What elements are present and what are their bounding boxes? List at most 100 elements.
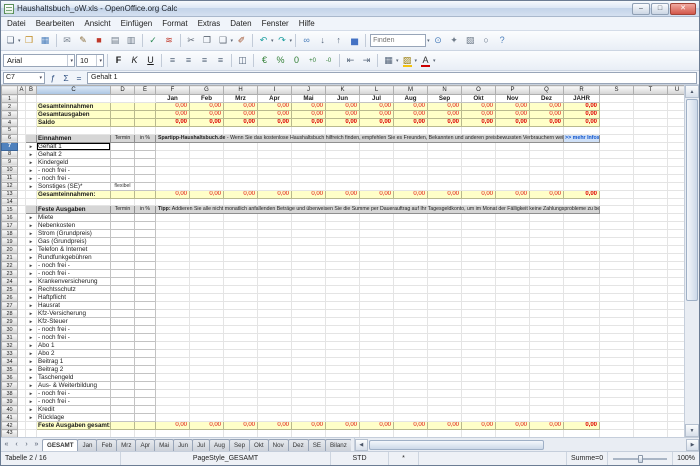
cell-K31[interactable] (326, 334, 360, 342)
cell-R22[interactable] (564, 262, 600, 270)
cell-C13[interactable]: Gesamteinnahmen: (37, 190, 111, 198)
cell-E43[interactable] (135, 430, 156, 438)
cell-T41[interactable] (634, 414, 668, 422)
cell-S28[interactable] (600, 310, 634, 318)
cell-O25[interactable] (462, 286, 496, 294)
cell-M3[interactable]: 0,00 (394, 111, 428, 119)
cell-J11[interactable] (292, 174, 326, 182)
cell-C27[interactable]: Hausrat (37, 302, 111, 310)
cell-U20[interactable] (668, 246, 685, 254)
cell-D36[interactable] (111, 374, 135, 382)
cell-D37[interactable] (111, 382, 135, 390)
cell-T21[interactable] (634, 254, 668, 262)
cell-I40[interactable] (258, 406, 292, 414)
cell-J32[interactable] (292, 342, 326, 350)
cell-S35[interactable] (600, 366, 634, 374)
cell-E23[interactable] (135, 270, 156, 278)
cell-D6[interactable]: Termin (111, 134, 135, 142)
cell-T12[interactable] (634, 182, 668, 190)
cell-B35[interactable]: ► (26, 366, 37, 374)
cell-B1[interactable] (26, 95, 37, 103)
column-header-N[interactable]: N (428, 86, 462, 95)
cell-F10[interactable] (156, 166, 190, 174)
cell-P20[interactable] (496, 246, 530, 254)
cell-C10[interactable]: - noch frei - (37, 166, 111, 174)
cell-J8[interactable] (292, 150, 326, 158)
cell-E19[interactable] (135, 238, 156, 246)
cell-K40[interactable] (326, 406, 360, 414)
cell-A34[interactable] (18, 358, 26, 366)
cell-F28[interactable] (156, 310, 190, 318)
cell-H33[interactable] (224, 350, 258, 358)
cell-P25[interactable] (496, 286, 530, 294)
cell-C38[interactable]: - noch frei - (37, 390, 111, 398)
cell-B40[interactable]: ► (26, 406, 37, 414)
cell-N30[interactable] (428, 326, 462, 334)
cell-N38[interactable] (428, 390, 462, 398)
cell-S3[interactable] (600, 111, 634, 119)
cell-C24[interactable]: Krankenversicherung (37, 278, 111, 286)
cell-K37[interactable] (326, 382, 360, 390)
cell-N17[interactable] (428, 222, 462, 230)
cell-D4[interactable] (111, 119, 135, 127)
cell-D26[interactable] (111, 294, 135, 302)
row-header-22[interactable]: 22 (2, 262, 18, 270)
cell-Q20[interactable] (530, 246, 564, 254)
row-header-13[interactable]: 13 (2, 190, 18, 198)
cell-Q8[interactable] (530, 150, 564, 158)
cell-K10[interactable] (326, 166, 360, 174)
cell-Q7[interactable] (530, 142, 564, 150)
cell-L19[interactable] (360, 238, 394, 246)
cell-C1[interactable] (37, 95, 111, 103)
cell-E36[interactable] (135, 374, 156, 382)
cell-F20[interactable] (156, 246, 190, 254)
align-left-button[interactable]: ≡ (165, 53, 180, 68)
cell-G17[interactable] (190, 222, 224, 230)
cell-B16[interactable]: ► (26, 214, 37, 222)
cell-S39[interactable] (600, 398, 634, 406)
cell-U12[interactable] (668, 182, 685, 190)
cell-M1[interactable]: Aug (394, 95, 428, 103)
sheet-tab-nov[interactable]: Nov (268, 439, 289, 451)
row-header-30[interactable]: 30 (2, 326, 18, 334)
number-format-currency-button[interactable]: € (257, 53, 272, 68)
row-header-33[interactable]: 33 (2, 350, 18, 358)
cell-D1[interactable] (111, 95, 135, 103)
cell-A22[interactable] (18, 262, 26, 270)
cell-B2[interactable] (26, 103, 37, 111)
scroll-left-icon[interactable]: ◀ (355, 439, 368, 451)
cell-T35[interactable] (634, 366, 668, 374)
cell-K39[interactable] (326, 398, 360, 406)
cell-D41[interactable] (111, 414, 135, 422)
cell-N40[interactable] (428, 406, 462, 414)
cell-G36[interactable] (190, 374, 224, 382)
cell-B39[interactable]: ► (26, 398, 37, 406)
cell-F34[interactable] (156, 358, 190, 366)
cell-B14[interactable] (26, 198, 37, 206)
cell-U28[interactable] (668, 310, 685, 318)
cell-A25[interactable] (18, 286, 26, 294)
sheet-tab-jul[interactable]: Jul (192, 439, 210, 451)
cell-T9[interactable] (634, 158, 668, 166)
cell-T1[interactable] (634, 95, 668, 103)
cell-U8[interactable] (668, 150, 685, 158)
cell-T43[interactable] (634, 430, 668, 438)
cell-Q18[interactable] (530, 230, 564, 238)
cell-K41[interactable] (326, 414, 360, 422)
cell-L31[interactable] (360, 334, 394, 342)
cell-T42[interactable] (634, 422, 668, 430)
cell-I41[interactable] (258, 414, 292, 422)
cell-R14[interactable] (564, 198, 600, 206)
cell-E42[interactable] (135, 422, 156, 430)
cell-N39[interactable] (428, 398, 462, 406)
row-header-24[interactable]: 24 (2, 278, 18, 286)
cell-J41[interactable] (292, 414, 326, 422)
cell-B42[interactable] (26, 422, 37, 430)
cell-A38[interactable] (18, 390, 26, 398)
cell-F31[interactable] (156, 334, 190, 342)
cell-Q32[interactable] (530, 342, 564, 350)
cell-B22[interactable]: ► (26, 262, 37, 270)
cell-P30[interactable] (496, 326, 530, 334)
cell-L23[interactable] (360, 270, 394, 278)
cell-S4[interactable] (600, 119, 634, 127)
